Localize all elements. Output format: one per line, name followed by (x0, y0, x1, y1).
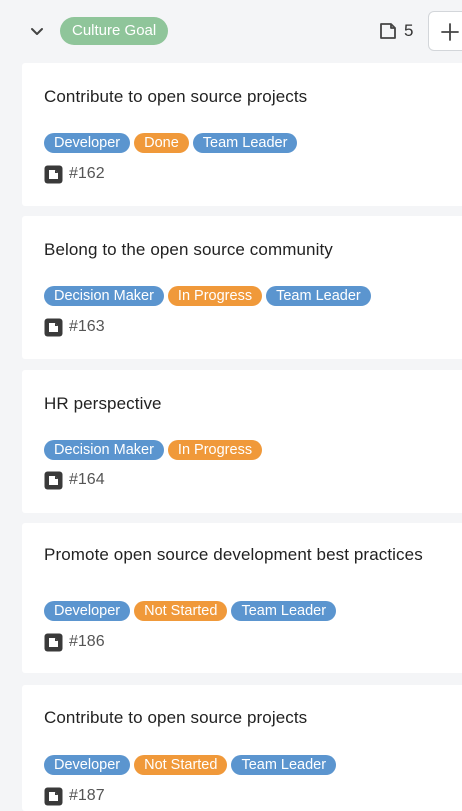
board-column: Culture Goal 5 Contribute to open source… (0, 0, 462, 811)
card[interactable]: Contribute to open source projects Devel… (22, 685, 462, 811)
issue-link[interactable]: #162 (44, 164, 105, 184)
note-card-icon (44, 318, 63, 336)
tag-role[interactable]: Team Leader (231, 755, 337, 775)
tag-status[interactable]: Not Started (134, 755, 228, 775)
note-card-icon (44, 471, 63, 489)
tag-status[interactable]: In Progress (167, 286, 263, 306)
issue-number: #164 (69, 471, 105, 488)
tag-role[interactable]: Team Leader (266, 286, 371, 306)
add-card-button[interactable] (428, 11, 462, 51)
note-card-icon (44, 165, 63, 183)
issue-number: #187 (69, 787, 105, 804)
card-count: 5 (378, 20, 413, 42)
issue-link[interactable]: #163 (44, 317, 105, 337)
card-tags: Decision Maker In Progress Team Leader (44, 286, 371, 306)
issue-number: #162 (69, 165, 105, 182)
card[interactable]: HR perspective Decision Maker In Progres… (22, 370, 462, 513)
chevron-down-icon[interactable] (28, 22, 46, 40)
issue-link[interactable]: #186 (44, 632, 105, 652)
tag-role[interactable]: Decision Maker (44, 440, 164, 460)
plus-icon (441, 23, 459, 41)
note-card-icon (380, 23, 396, 39)
card-tags: Developer Done Team Leader (44, 133, 298, 153)
tag-role[interactable]: Team Leader (231, 601, 337, 621)
issue-link[interactable]: #164 (44, 470, 105, 490)
column-header: Culture Goal 5 (0, 0, 462, 62)
card-title: Promote open source development best pra… (44, 545, 423, 564)
note-card-icon (44, 633, 63, 651)
card-title: Contribute to open source projects (44, 87, 308, 106)
card-title: HR perspective (44, 394, 162, 413)
card-count-value: 5 (404, 21, 414, 40)
card-title: Contribute to open source projects (44, 708, 308, 727)
group-label-pill[interactable]: Culture Goal (60, 17, 169, 45)
card-tags: Developer Not Started Team Leader (44, 755, 337, 775)
tag-status[interactable]: In Progress (167, 440, 263, 460)
issue-number: #186 (69, 633, 105, 650)
tag-role[interactable]: Developer (44, 133, 131, 153)
tag-status[interactable]: Done (134, 133, 189, 153)
issue-link[interactable]: #187 (44, 786, 105, 806)
card[interactable]: Belong to the open source community Deci… (22, 216, 462, 359)
tag-status[interactable]: Not Started (134, 601, 228, 621)
issue-number: #163 (69, 318, 105, 335)
tag-role[interactable]: Developer (44, 755, 131, 775)
card[interactable]: Promote open source development best pra… (22, 523, 462, 673)
card[interactable]: Contribute to open source projects Devel… (22, 63, 462, 206)
card-tags: Decision Maker In Progress (44, 440, 263, 460)
tag-role[interactable]: Team Leader (192, 133, 298, 153)
card-title: Belong to the open source community (44, 240, 333, 259)
note-card-icon (44, 787, 63, 805)
tag-role[interactable]: Developer (44, 601, 131, 621)
card-tags: Developer Not Started Team Leader (44, 601, 337, 621)
tag-role[interactable]: Decision Maker (44, 286, 164, 306)
